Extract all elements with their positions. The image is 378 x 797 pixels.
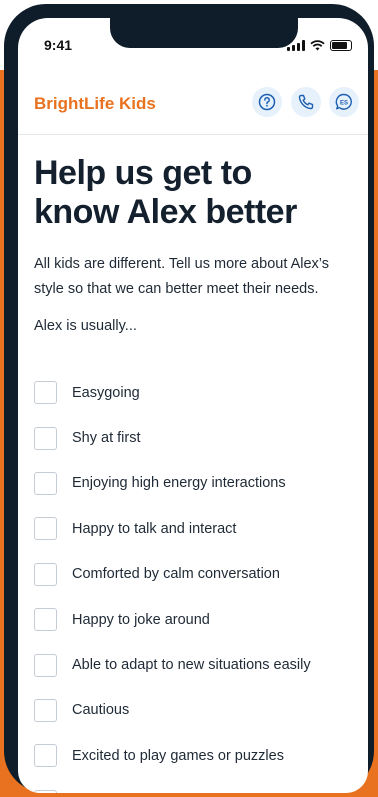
intro-text: All kids are different. Tell us more abo… [34,256,329,297]
signal-icon [287,40,305,51]
checkbox[interactable] [34,381,57,405]
checkbox[interactable] [34,789,57,793]
intro-section: Help us get to know Alex better All kids… [34,154,354,334]
checkbox[interactable] [34,562,57,586]
option-label: Shy at first [72,430,141,447]
checkbox[interactable] [34,698,57,722]
phone-icon [298,94,314,110]
option-label: Excited to play games or puzzles [72,747,284,764]
option-label: Happy to joke around [72,611,210,628]
checkbox[interactable] [34,608,57,632]
option-easygoing[interactable]: Easygoing [34,370,364,415]
option-partial[interactable] [34,779,364,793]
option-cautious[interactable]: Cautious [34,688,364,733]
option-joke-around[interactable]: Happy to joke around [34,597,364,642]
option-high-energy[interactable]: Enjoying high energy interactions [34,461,364,506]
option-label: Happy to talk and interact [72,520,237,537]
notch [110,18,298,48]
option-label: Cautious [72,702,130,719]
option-label: Able to adapt to new situations easily [72,657,311,674]
option-talk-and-interact[interactable]: Happy to talk and interact [34,506,364,551]
phone-frame: 9:41 BrightLife Kids ES Help us get to k… [4,4,374,793]
options-list: Easygoing Shy at first Enjoying high ene… [34,370,364,793]
option-label: Easygoing [72,384,140,401]
language-label: ES [340,100,348,106]
checkbox[interactable] [34,517,57,541]
page-title-line-2: know Alex better [34,193,297,231]
brand-logo[interactable]: BrightLife Kids [34,94,156,114]
app-screen: 9:41 BrightLife Kids ES Help us get to k… [18,18,368,793]
status-icons [287,40,352,51]
chat-bubble-icon: ES [335,93,352,110]
battery-icon [330,40,352,51]
page-title: Help us get to know Alex better [34,154,354,232]
option-shy-at-first[interactable]: Shy at first [34,415,364,460]
checkbox[interactable] [34,426,57,450]
option-adapt-easily[interactable]: Able to adapt to new situations easily [34,642,364,687]
option-games-puzzles[interactable]: Excited to play games or puzzles [34,733,364,778]
status-time: 9:41 [44,37,73,53]
checkbox[interactable] [34,744,57,768]
app-header: BrightLife Kids ES [18,76,368,135]
language-button[interactable]: ES [329,87,359,117]
checkbox[interactable] [34,653,57,677]
checkbox[interactable] [34,471,57,495]
help-circle-icon [258,93,276,111]
wifi-icon [310,40,325,51]
call-button[interactable] [291,87,321,117]
option-label: Comforted by calm conversation [72,566,280,583]
help-button[interactable] [252,87,282,117]
question-prompt: Alex is usually... [34,318,137,334]
option-calm-conversation[interactable]: Comforted by calm conversation [34,552,364,597]
page-title-line-1: Help us get to [34,154,252,192]
option-label: Enjoying high energy interactions [72,475,286,492]
